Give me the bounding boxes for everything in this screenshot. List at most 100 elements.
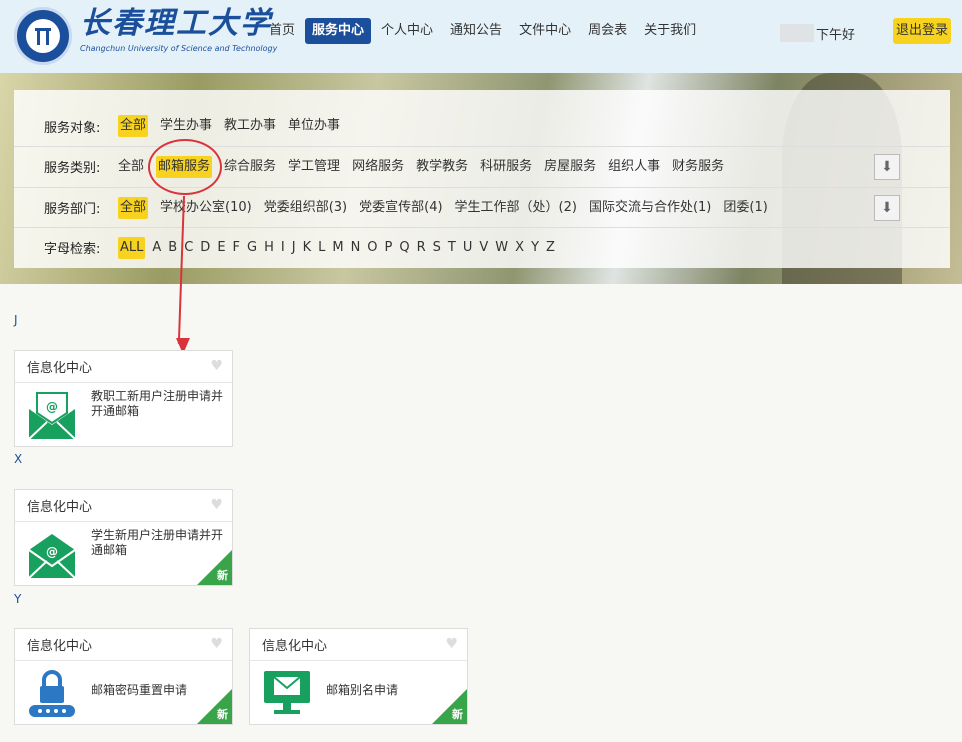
annotation-circle — [148, 139, 222, 195]
filter-option[interactable]: 团委(1) — [723, 197, 767, 219]
filter-option[interactable]: 国际交流与合作处(1) — [589, 197, 711, 219]
filter-option[interactable]: 单位办事 — [288, 115, 340, 137]
filter-option[interactable]: 党委宣传部(4) — [359, 197, 442, 219]
letter-option[interactable]: L — [318, 237, 325, 259]
heart-icon[interactable]: ♥ — [445, 636, 458, 652]
filter-label-department: 服务部门: — [44, 202, 101, 217]
service-card[interactable]: 信息化中心 ♥ 邮箱密码重置申请 新 — [14, 628, 233, 725]
card-title: 教职工新用户注册申请并开通邮箱 — [91, 389, 224, 418]
letter-option[interactable]: V — [479, 237, 488, 259]
new-badge-label: 新 — [217, 708, 228, 721]
card-dept-label: 信息化中心 — [262, 639, 328, 654]
letter-option[interactable]: K — [303, 237, 312, 259]
letter-option[interactable]: G — [247, 237, 257, 259]
letter-option[interactable]: P — [385, 237, 393, 259]
username-redacted — [780, 24, 814, 42]
card-dept: 信息化中心 ♥ — [15, 629, 232, 661]
greeting-text: 下午好 — [816, 28, 856, 43]
filter-option[interactable]: 房屋服务 — [544, 156, 596, 178]
filter-label-letters: 字母检索: — [44, 242, 101, 257]
double-chevron-down-icon: ⬇︎ — [881, 158, 893, 175]
card-body: @ 学生新用户注册申请并开通邮箱 新 — [15, 522, 232, 585]
letter-option[interactable]: E — [217, 237, 225, 259]
letter-option[interactable]: M — [332, 237, 343, 259]
svg-text:@: @ — [46, 545, 58, 559]
letter-option[interactable]: Y — [531, 237, 539, 259]
filter-options-letters: ALL A B C D E F G H I J K L M N O P Q R S T U V W X Y Z — [118, 236, 562, 259]
letter-option[interactable]: U — [463, 237, 473, 259]
filter-option[interactable]: 学校办公室(10) — [160, 197, 252, 219]
filter-option[interactable]: 综合服务 — [224, 156, 276, 178]
filter-option[interactable]: 网络服务 — [352, 156, 404, 178]
letter-option[interactable]: H — [264, 237, 274, 259]
filter-row-target: 服务对象: 全部 学生办事 教工办事 单位办事 — [14, 106, 950, 146]
card-body: @ 教职工新用户注册申请并开通邮箱 — [15, 383, 232, 446]
letter-option[interactable]: T — [448, 237, 456, 259]
expand-department-button[interactable]: ⬇︎ — [874, 194, 900, 221]
university-seal-logo[interactable] — [14, 7, 72, 65]
letter-option[interactable]: Z — [546, 237, 555, 259]
letter-option[interactable]: F — [233, 237, 240, 259]
new-badge-label: 新 — [217, 569, 228, 582]
filter-option[interactable]: 学生办事 — [160, 115, 212, 137]
expand-category-button[interactable]: ⬇︎ — [874, 153, 900, 180]
letter-option[interactable]: ALL — [118, 236, 146, 259]
letter-option[interactable]: X — [515, 237, 524, 259]
service-card[interactable]: 信息化中心 ♥ @ 学生新用户注册申请并开通邮箱 新 — [14, 489, 233, 586]
letter-option[interactable]: I — [281, 237, 285, 259]
filter-option[interactable]: 财务服务 — [672, 156, 724, 178]
seal-center — [26, 19, 60, 53]
nav-about-us[interactable]: 关于我们 — [637, 18, 703, 44]
service-card[interactable]: 信息化中心 ♥ @ 教职工新用户注册申请并开通邮箱 — [14, 350, 233, 447]
nav-home[interactable]: 首页 — [262, 18, 302, 44]
filter-row-letters: 字母检索: ALL A B C D E F G H I J K L M N O P Q R S T U V W X Y Z — [14, 227, 950, 267]
nav-service-center[interactable]: 服务中心 — [305, 18, 372, 44]
filter-option[interactable]: 党委组织部(3) — [264, 197, 347, 219]
filter-option[interactable]: 科研服务 — [480, 156, 532, 178]
card-dept: 信息化中心 ♥ — [15, 351, 232, 383]
heart-icon[interactable]: ♥ — [210, 497, 223, 513]
letter-option[interactable]: O — [367, 237, 377, 259]
letter-option[interactable]: R — [417, 237, 426, 259]
seal-gate-pillar-right — [46, 31, 49, 45]
site-header: 长春理工大学 Changchun University of Science a… — [0, 0, 962, 73]
filter-option[interactable]: 教学教务 — [416, 156, 468, 178]
university-logo-text[interactable]: 长春理工大学 Changchun University of Science a… — [80, 6, 277, 53]
filter-option[interactable]: 全部 — [118, 115, 149, 137]
filter-row-department: 服务部门: 全部 学校办公室(10) 党委组织部(3) 党委宣传部(4) 学生工… — [14, 187, 950, 227]
letter-option[interactable]: C — [184, 237, 193, 259]
nav-file-center[interactable]: 文件中心 — [512, 18, 578, 44]
nav-personal-center[interactable]: 个人中心 — [374, 18, 440, 44]
nav-weekly-schedule[interactable]: 周会表 — [581, 18, 634, 44]
letter-option[interactable]: A — [152, 237, 161, 259]
card-dept-label: 信息化中心 — [27, 639, 93, 654]
letter-option[interactable]: B — [168, 237, 177, 259]
letter-option[interactable]: W — [495, 237, 508, 259]
letter-option[interactable]: J — [292, 237, 296, 259]
double-chevron-down-icon: ⬇︎ — [881, 199, 893, 216]
filter-option[interactable]: 组织人事 — [608, 156, 660, 178]
monitor-mail-icon — [264, 671, 310, 714]
filter-option[interactable]: 学生工作部（处）(2) — [455, 197, 577, 219]
letter-option[interactable]: N — [351, 237, 361, 259]
logo-english-name: Changchun University of Science and Tech… — [80, 44, 278, 53]
filter-options-department: 全部 学校办公室(10) 党委组织部(3) 党委宣传部(4) 学生工作部（处）(… — [118, 196, 780, 219]
card-dept: 信息化中心 ♥ — [250, 629, 467, 661]
letter-option[interactable]: D — [200, 237, 210, 259]
heart-icon[interactable]: ♥ — [210, 358, 223, 374]
filter-label-category: 服务类别: — [44, 161, 101, 176]
nav-notices[interactable]: 通知公告 — [443, 18, 509, 44]
card-body: 邮箱别名申请 新 — [250, 661, 467, 724]
filter-option[interactable]: 全部 — [118, 156, 144, 178]
filter-option[interactable]: 教工办事 — [224, 115, 276, 137]
filter-option[interactable]: 全部 — [118, 196, 149, 219]
letter-option[interactable]: Q — [399, 237, 409, 259]
letter-option[interactable]: S — [433, 237, 441, 259]
card-dept-label: 信息化中心 — [27, 361, 93, 376]
service-card[interactable]: 信息化中心 ♥ 邮箱别名申请 新 — [249, 628, 468, 725]
group-letter: X — [14, 452, 23, 466]
logout-button[interactable]: 退出登录 — [893, 18, 952, 44]
heart-icon[interactable]: ♥ — [210, 636, 223, 652]
filter-option[interactable]: 学工管理 — [288, 156, 340, 178]
seal-gate-pillar-left — [37, 31, 40, 45]
